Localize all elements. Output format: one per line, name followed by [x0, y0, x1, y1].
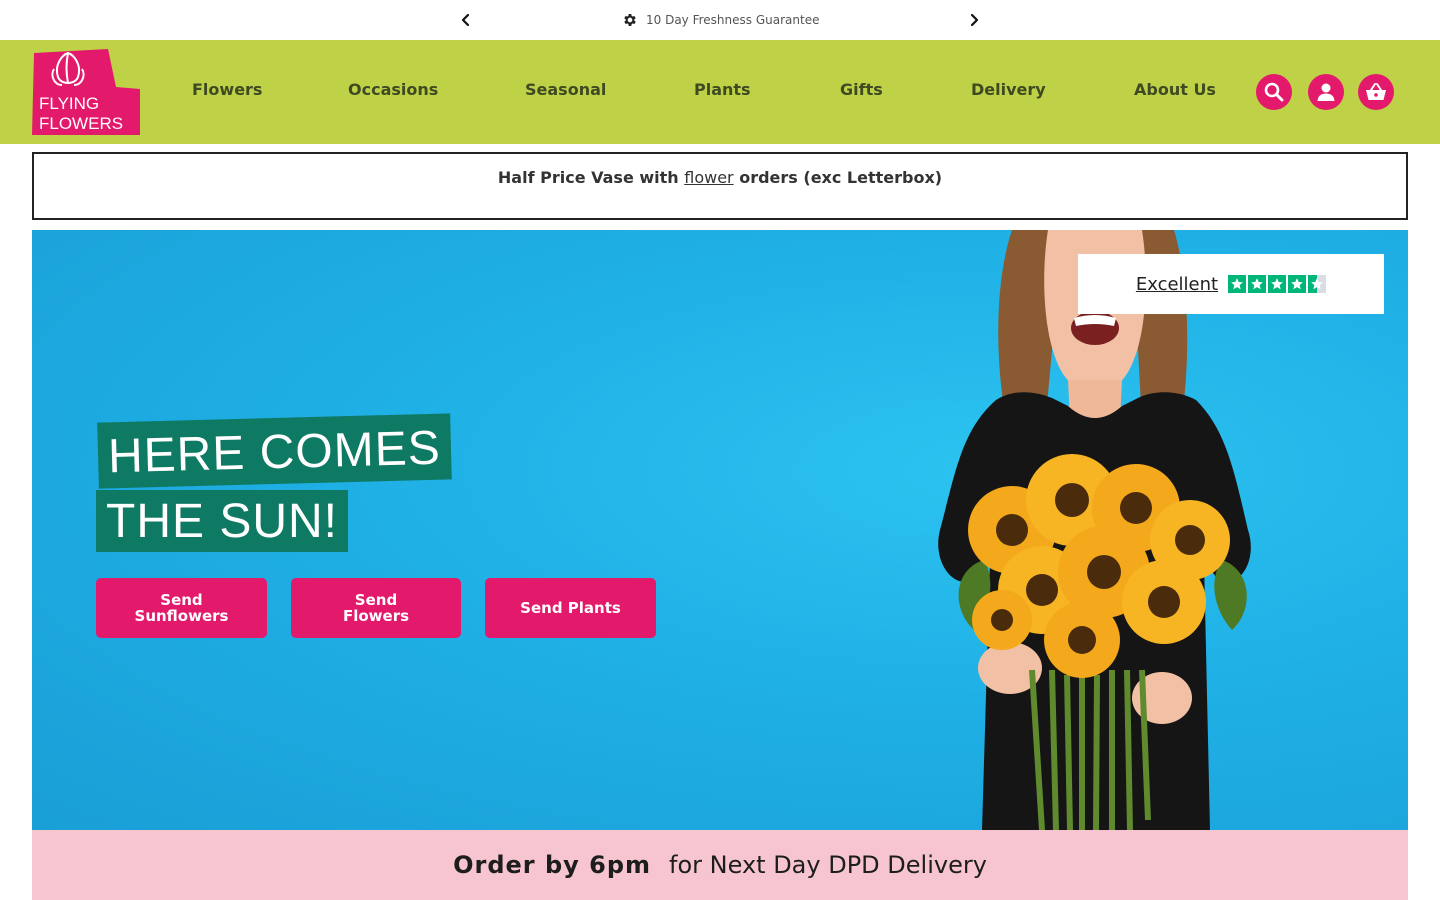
announcement-text: 10 Day Freshness Guarantee: [646, 13, 820, 27]
hero-banner: Excellent HERE COMES THE SUN! Send Sunflo…: [32, 230, 1408, 830]
delivery-cutoff-strong: Order by 6pm: [453, 851, 652, 879]
delivery-cutoff-rest: for Next Day DPD Delivery: [669, 851, 987, 879]
promo-banner: Half Price Vase with flower orders (exc …: [32, 152, 1408, 220]
announcement-message: 10 Day Freshness Guarantee: [622, 10, 819, 30]
nav-item-seasonal[interactable]: Seasonal: [525, 80, 606, 99]
headline-line-1: HERE COMES: [97, 413, 452, 489]
nav-item-about-us[interactable]: About Us: [1134, 80, 1216, 99]
send-flowers-line2: Flowers: [342, 607, 410, 625]
nav-item-gifts[interactable]: Gifts: [840, 80, 883, 99]
promo-flower-link[interactable]: flower: [684, 168, 733, 187]
headline-line-2: THE SUN!: [96, 490, 349, 552]
site-header: FLYING FLOWERS Flowers Occasions Seasona…: [0, 40, 1440, 144]
delivery-cutoff-banner: Order by 6pm for Next Day DPD Delivery: [32, 830, 1408, 900]
search-icon: [1264, 82, 1284, 102]
logo-text-line2: FLOWERS: [39, 114, 123, 133]
announcement-prev-button[interactable]: [454, 8, 478, 32]
nav-item-delivery[interactable]: Delivery: [971, 80, 1046, 99]
trust-rating-label[interactable]: Excellent: [1136, 274, 1218, 295]
promo-text-before: Half Price Vase with: [497, 168, 679, 187]
send-flowers-button[interactable]: Send Flowers: [291, 578, 461, 638]
logo-text-line1: FLYING: [39, 94, 99, 113]
logo-graphic: FLYING FLOWERS: [32, 49, 140, 135]
send-flowers-label: Send Flowers: [343, 592, 409, 624]
star-icon: [1228, 275, 1247, 293]
promo-text-after: orders (exc Letterbox): [739, 168, 943, 187]
chevron-left-icon: [461, 13, 470, 27]
announcement-next-button[interactable]: [962, 8, 986, 32]
send-plants-button[interactable]: Send Plants: [485, 578, 656, 638]
trustpilot-widget[interactable]: Excellent: [1078, 254, 1384, 314]
star-icon: [1248, 275, 1267, 293]
send-sunflowers-line2: Sunflowers: [134, 607, 229, 625]
star-half-icon: [1308, 275, 1327, 293]
star-icon: [1288, 275, 1307, 293]
chevron-right-icon: [970, 13, 979, 27]
basket-button[interactable]: [1358, 74, 1394, 110]
nav-item-plants[interactable]: Plants: [694, 80, 751, 99]
send-sunflowers-button[interactable]: Send Sunflowers: [96, 578, 267, 638]
announcement-bar: 10 Day Freshness Guarantee: [0, 0, 1440, 40]
flying-flowers-logo[interactable]: FLYING FLOWERS: [32, 49, 140, 135]
trust-stars: [1228, 275, 1327, 293]
promo-text: Half Price Vase with flower orders (exc …: [34, 168, 1406, 187]
nav-item-occasions[interactable]: Occasions: [348, 80, 438, 99]
woman-with-sunflowers-image: [938, 230, 1251, 830]
gear-icon: [624, 14, 636, 26]
user-icon: [1317, 83, 1335, 101]
star-icon: [1268, 275, 1287, 293]
account-button[interactable]: [1308, 74, 1344, 110]
nav-item-flowers[interactable]: Flowers: [192, 80, 262, 99]
send-sunflowers-label: Send Sunflowers: [135, 592, 229, 624]
basket-icon: [1366, 83, 1386, 100]
search-button[interactable]: [1256, 74, 1292, 110]
